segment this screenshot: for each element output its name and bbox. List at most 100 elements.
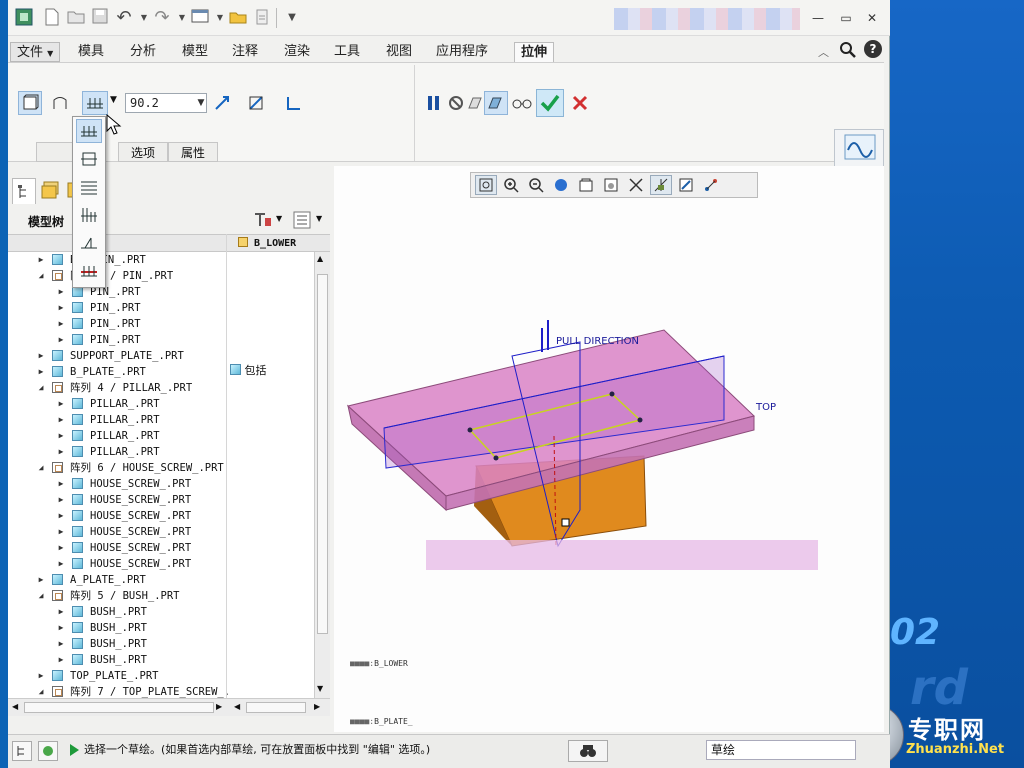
expand-icon[interactable]: ▶ bbox=[56, 556, 66, 572]
undo-dropdown-icon[interactable]: ▼ bbox=[134, 8, 154, 28]
app-icon[interactable] bbox=[14, 8, 34, 28]
display-style-icon[interactable] bbox=[625, 175, 647, 195]
maximize-icon[interactable]: ▭ bbox=[838, 10, 854, 26]
expand-icon[interactable]: ▶ bbox=[56, 508, 66, 524]
spin-center-icon[interactable] bbox=[700, 175, 722, 195]
expand-icon[interactable]: ▶ bbox=[36, 252, 46, 268]
tree-horizontal-scrollbar[interactable]: ◀ ▶ ◀ ▶ bbox=[8, 698, 330, 716]
zoom-out-icon[interactable] bbox=[525, 175, 547, 195]
tab-annotate[interactable]: 注释 bbox=[226, 42, 264, 62]
expand-icon[interactable]: ▶ bbox=[56, 492, 66, 508]
tab-options[interactable]: 选项 bbox=[118, 142, 169, 162]
expand-icon[interactable]: ▶ bbox=[56, 652, 66, 668]
depth-value-dropdown-icon[interactable]: ▼ bbox=[195, 94, 207, 112]
tab-properties[interactable]: 属性 bbox=[168, 142, 219, 162]
search-icon[interactable] bbox=[838, 40, 858, 63]
collapse-icon[interactable]: ◢ bbox=[36, 460, 46, 476]
depth-option-button[interactable] bbox=[82, 91, 108, 115]
expand-icon[interactable]: ▶ bbox=[56, 476, 66, 492]
expand-icon[interactable]: ▶ bbox=[36, 364, 46, 380]
window-switch-icon[interactable] bbox=[190, 8, 210, 28]
collapse-icon[interactable]: ◢ bbox=[36, 268, 46, 284]
tree-show-icon[interactable] bbox=[292, 210, 312, 233]
flip-direction-button[interactable] bbox=[210, 91, 234, 115]
depth-through-until-option-icon[interactable] bbox=[76, 231, 102, 255]
refit-icon[interactable] bbox=[475, 175, 497, 195]
hscroll-thumb[interactable] bbox=[24, 702, 214, 713]
model-tree-tab[interactable] bbox=[12, 178, 36, 204]
verify-glasses-button[interactable] bbox=[510, 91, 534, 115]
view-manager-icon[interactable] bbox=[600, 175, 622, 195]
repaint-icon[interactable] bbox=[550, 175, 572, 195]
annotation-display-icon[interactable] bbox=[675, 175, 697, 195]
close-window-folder-icon[interactable] bbox=[228, 8, 248, 28]
scroll-left-icon[interactable]: ◀ bbox=[12, 702, 18, 711]
saved-orientations-icon[interactable] bbox=[575, 175, 597, 195]
zoom-in-icon[interactable] bbox=[500, 175, 522, 195]
depth-option-dropdown-icon[interactable]: ▼ bbox=[110, 95, 117, 105]
expand-icon[interactable]: ▶ bbox=[56, 300, 66, 316]
expand-icon[interactable]: ▶ bbox=[36, 348, 46, 364]
expand-icon[interactable]: ▶ bbox=[56, 316, 66, 332]
redo-dropdown-icon[interactable]: ▼ bbox=[172, 8, 192, 28]
scroll-thumb[interactable] bbox=[317, 274, 328, 634]
open-folder-icon[interactable] bbox=[66, 8, 86, 28]
scroll-right2-icon[interactable]: ▶ bbox=[314, 702, 320, 711]
tree-show-dropdown-icon[interactable]: ▼ bbox=[316, 214, 322, 223]
model-tree[interactable]: ▶ B___PIN_.PRT ◢ 阵列 _ / PIN_.PRT ▶ PIN_.PRT ▶ P… bbox=[8, 252, 314, 698]
new-file-icon[interactable] bbox=[42, 8, 62, 28]
close-icon[interactable]: ✕ bbox=[864, 10, 880, 26]
depth-blind-option-icon[interactable] bbox=[76, 119, 102, 143]
ok-button[interactable] bbox=[536, 89, 564, 117]
model-viewport[interactable]: PULL DIRECTION TOP ■■■■:B_LOWER ■■■■:B_P… bbox=[334, 166, 884, 732]
expand-icon[interactable]: ▶ bbox=[36, 668, 46, 684]
tree-settings-icon[interactable] bbox=[252, 210, 274, 233]
scroll-up-icon[interactable]: ▲ bbox=[317, 254, 323, 263]
tab-file[interactable]: 文件 ▼ bbox=[10, 42, 61, 62]
tab-applications[interactable]: 应用程序 bbox=[430, 42, 494, 62]
folder-browser-tab[interactable] bbox=[40, 180, 62, 203]
scroll-right-icon[interactable]: ▶ bbox=[216, 702, 222, 711]
sketch-vertex[interactable] bbox=[467, 427, 473, 433]
extrude-solid-button[interactable] bbox=[18, 91, 42, 115]
expand-icon[interactable]: ▶ bbox=[56, 604, 66, 620]
drag-handle[interactable] bbox=[561, 518, 570, 527]
selection-filter[interactable]: 草绘 bbox=[706, 740, 856, 760]
sketch-vertex[interactable] bbox=[609, 391, 615, 397]
browser-toggle-icon[interactable] bbox=[38, 741, 58, 761]
expand-icon[interactable]: ▶ bbox=[56, 284, 66, 300]
tab-extrude[interactable]: 拉伸 bbox=[514, 42, 555, 62]
tab-tools[interactable]: 工具 bbox=[328, 42, 366, 62]
cancel-button[interactable] bbox=[568, 91, 592, 115]
scroll-left2-icon[interactable]: ◀ bbox=[234, 702, 240, 711]
collapse-icon[interactable]: ◢ bbox=[36, 380, 46, 396]
extrude-surface-button[interactable] bbox=[48, 91, 72, 115]
collapse-ribbon-icon[interactable]: ︿ bbox=[818, 44, 829, 60]
tab-analysis[interactable]: 分析 bbox=[124, 42, 162, 62]
depth-symmetric-option-icon[interactable] bbox=[76, 147, 102, 171]
tree-settings-dropdown-icon[interactable]: ▼ bbox=[276, 214, 282, 223]
navigator-toggle-icon[interactable] bbox=[12, 741, 32, 761]
datum-display-icon[interactable] bbox=[650, 175, 672, 195]
expand-icon[interactable]: ▶ bbox=[36, 572, 46, 588]
include-cell[interactable]: 包括 bbox=[230, 362, 267, 378]
redo-icon[interactable]: ↷ bbox=[152, 8, 172, 28]
undo-icon[interactable]: ↶ bbox=[114, 8, 134, 28]
depth-to-selected-option-icon[interactable] bbox=[76, 259, 102, 283]
pause-button[interactable] bbox=[422, 91, 446, 115]
hscroll2-thumb[interactable] bbox=[246, 702, 306, 713]
expand-icon[interactable]: ▶ bbox=[56, 540, 66, 556]
tree-vertical-scrollbar[interactable]: ▲ ▼ bbox=[314, 252, 330, 698]
expand-icon[interactable]: ▶ bbox=[56, 332, 66, 348]
regenerate-icon[interactable] bbox=[252, 8, 272, 28]
thicken-sketch-button[interactable] bbox=[282, 91, 306, 115]
tab-render[interactable]: 渲染 bbox=[278, 42, 316, 62]
expand-icon[interactable]: ▶ bbox=[56, 428, 66, 444]
collapse-icon[interactable]: ◢ bbox=[36, 588, 46, 604]
tab-model[interactable]: 模型 bbox=[176, 42, 214, 62]
minimize-icon[interactable]: — bbox=[810, 10, 826, 26]
sketch-vertex[interactable] bbox=[493, 455, 499, 461]
expand-icon[interactable]: ▶ bbox=[56, 396, 66, 412]
save-icon[interactable] bbox=[90, 8, 110, 28]
graphics-window[interactable]: PULL DIRECTION TOP ■■■■:B_LOWER ■■■■:B_P… bbox=[334, 166, 884, 732]
